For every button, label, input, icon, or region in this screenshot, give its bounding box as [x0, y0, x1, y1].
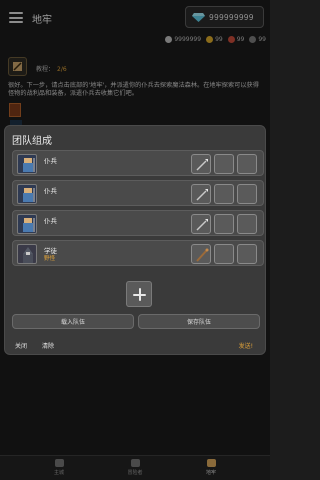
- equipment-slot[interactable]: [214, 244, 234, 264]
- weapon-slot[interactable]: [191, 214, 211, 234]
- equipment-slot[interactable]: [214, 154, 234, 174]
- equipment-slot[interactable]: [237, 214, 257, 234]
- unit-name: 仆兵: [44, 157, 57, 165]
- unit-row[interactable]: 仆兵: [12, 150, 264, 176]
- send-button[interactable]: 发送!: [239, 341, 253, 350]
- equipment-slot[interactable]: [214, 214, 234, 234]
- town-icon: [54, 459, 64, 467]
- weapon-slot[interactable]: [191, 244, 211, 264]
- unit-row[interactable]: 仆兵: [12, 180, 264, 206]
- load-party-button[interactable]: 载入队伍: [12, 314, 134, 329]
- nav-item-adventurers[interactable]: 冒险者: [115, 459, 155, 479]
- dungeon-icon: [206, 459, 216, 467]
- unit-row[interactable]: 仆兵: [12, 210, 264, 236]
- nav-label: 主城: [53, 470, 64, 476]
- party-modal: 团队组成 仆兵 仆兵 仆兵 学徒 野怪 载入队伍 保存队伍 关闭 清除 发送!: [4, 125, 266, 355]
- close-button[interactable]: 关闭: [15, 341, 27, 350]
- equipment-slot[interactable]: [214, 184, 234, 204]
- soldier-portrait-icon: [17, 214, 37, 234]
- game-screen: 地牢 999999999 9999999 99 99 99 教程： 2/6 很好…: [0, 0, 270, 480]
- clear-button[interactable]: 清除: [42, 341, 54, 350]
- unit-tag: 野怪: [44, 256, 56, 262]
- unit-name: 仆兵: [44, 187, 57, 195]
- nav-label: 冒险者: [127, 470, 143, 476]
- equipment-slot[interactable]: [237, 154, 257, 174]
- weapon-slot[interactable]: [191, 184, 211, 204]
- nav-label: 地牢: [205, 470, 216, 476]
- save-party-button[interactable]: 保存队伍: [138, 314, 260, 329]
- nav-item-town[interactable]: 主城: [39, 459, 79, 479]
- soldier-portrait-icon: [17, 154, 37, 174]
- modal-title: 团队组成: [12, 136, 52, 147]
- soldier-portrait-icon: [17, 184, 37, 204]
- apprentice-portrait-icon: [17, 244, 37, 264]
- bottom-nav: 主城 冒险者 地牢: [0, 455, 270, 480]
- add-unit-button[interactable]: [126, 281, 152, 307]
- equipment-slot[interactable]: [237, 244, 257, 264]
- unit-row[interactable]: 学徒 野怪: [12, 240, 264, 266]
- adventurers-icon: [130, 459, 140, 467]
- nav-item-dungeon[interactable]: 地牢: [191, 459, 231, 479]
- unit-name: 仆兵: [44, 217, 57, 225]
- weapon-slot[interactable]: [191, 154, 211, 174]
- equipment-slot[interactable]: [237, 184, 257, 204]
